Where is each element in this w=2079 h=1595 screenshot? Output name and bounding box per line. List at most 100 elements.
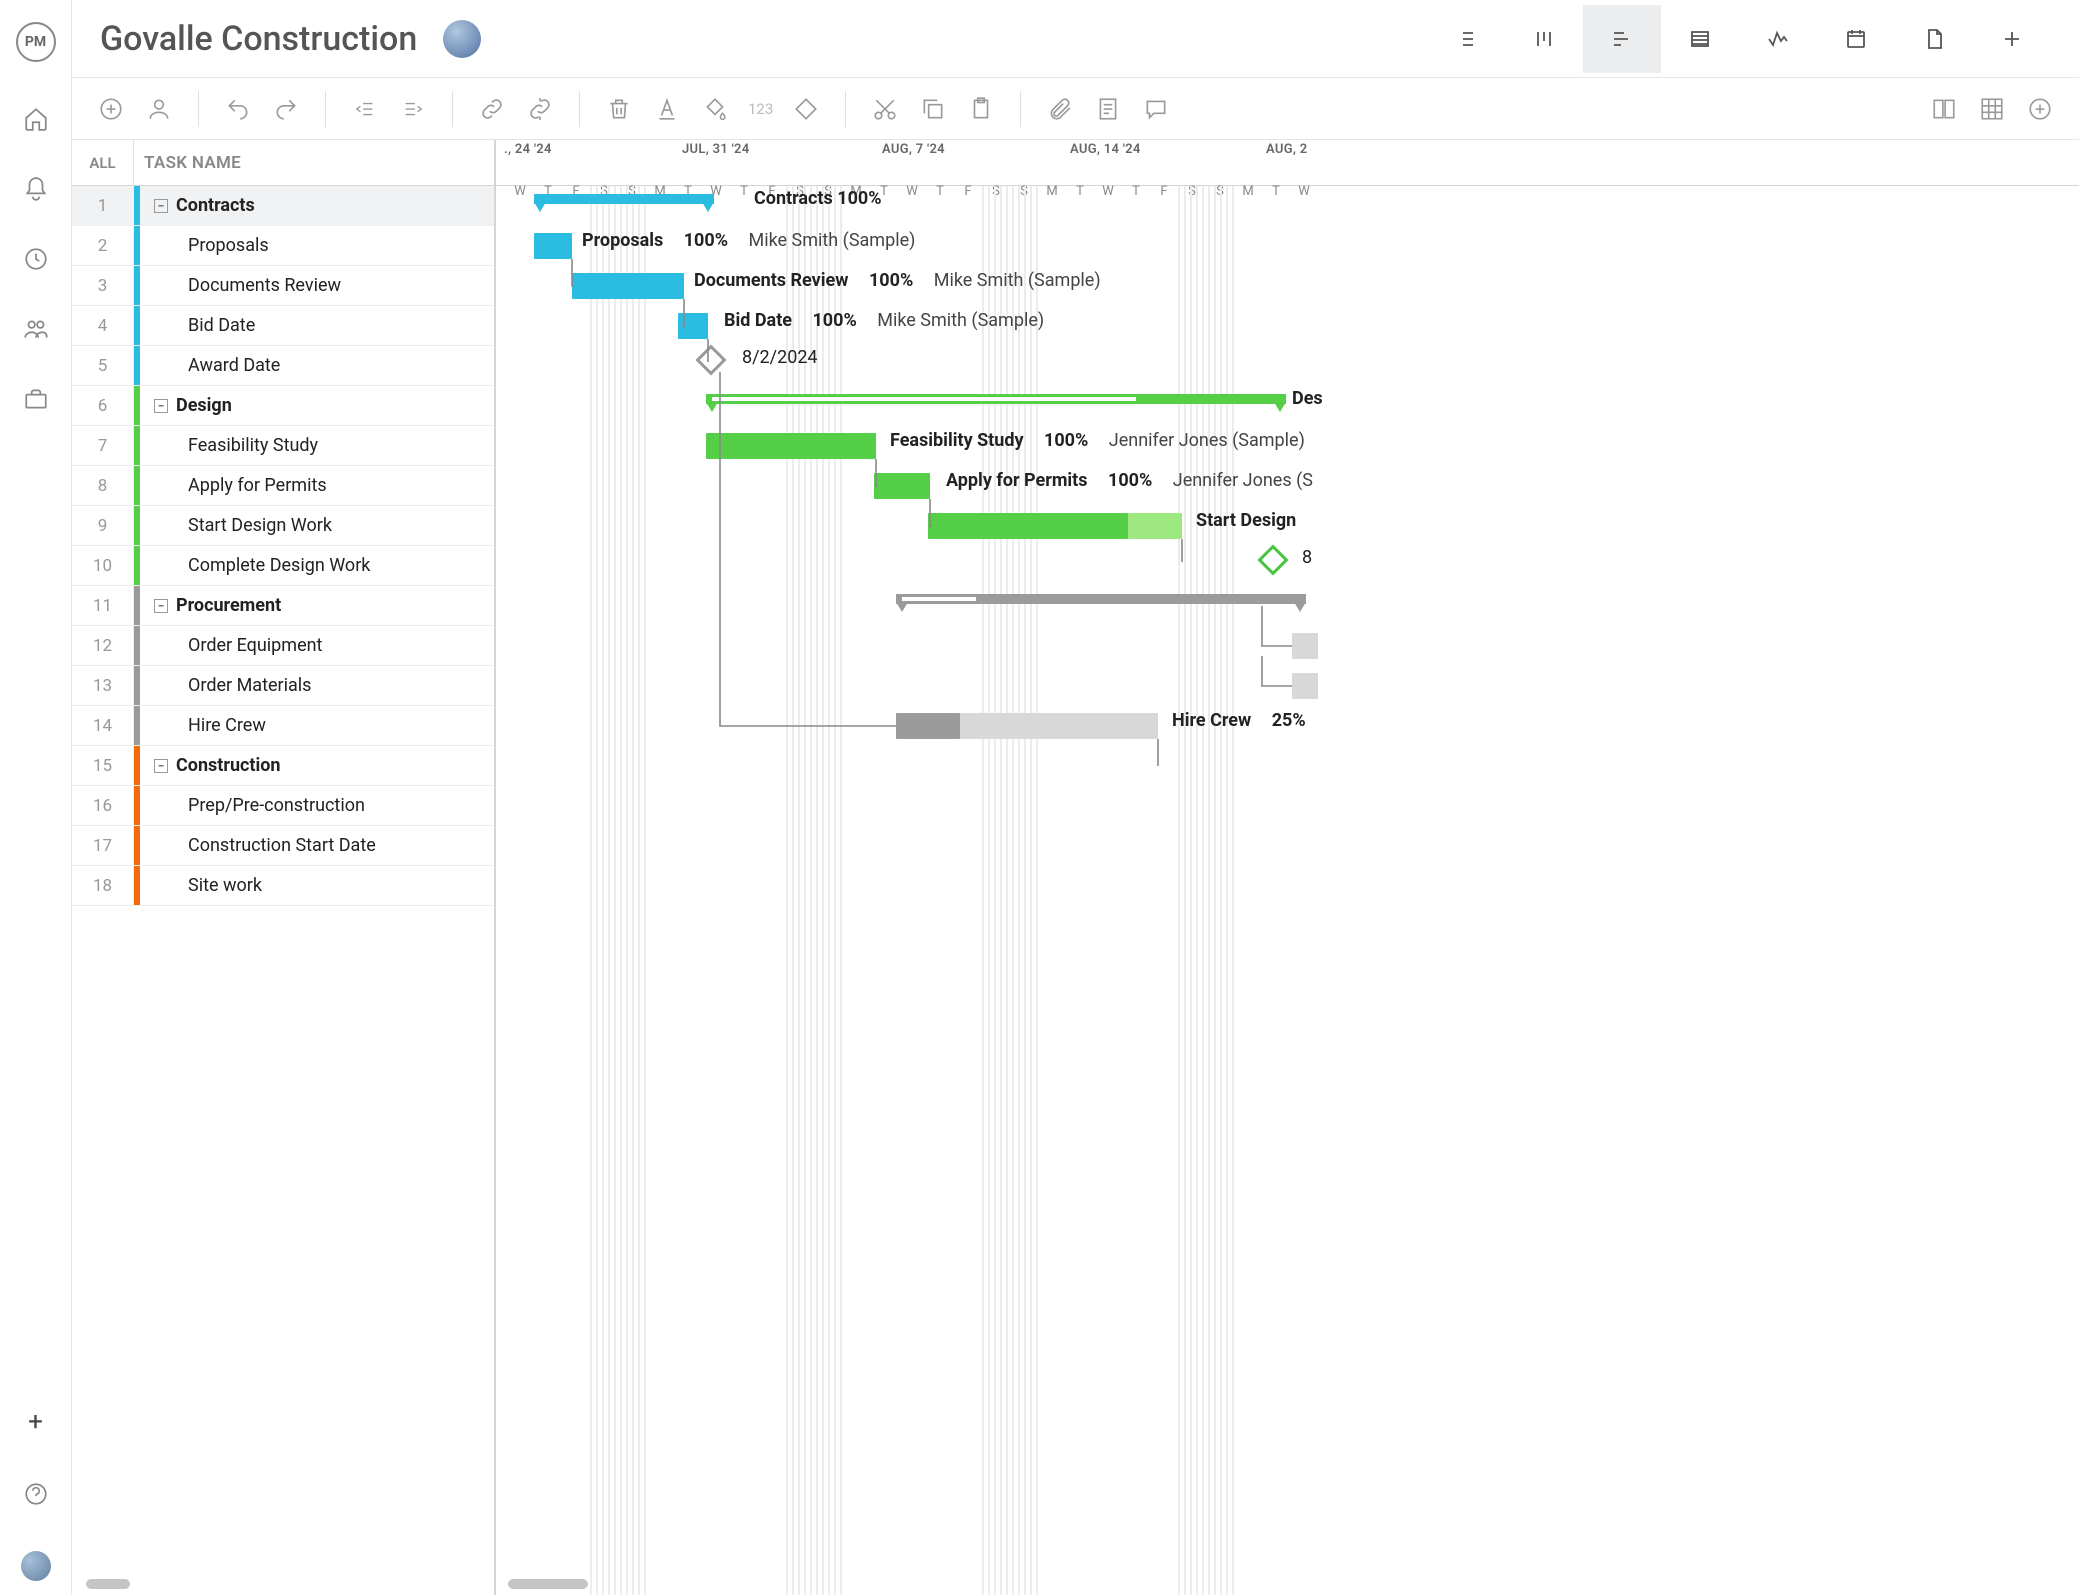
task-row[interactable]: 18Site work	[72, 866, 494, 906]
attachment-button[interactable]	[1045, 94, 1075, 124]
task-name-cell: Apply for Permits	[140, 466, 494, 505]
task-name-cell: −Construction	[140, 746, 494, 785]
cut-button[interactable]	[870, 94, 900, 124]
task-name-cell: Complete Design Work	[140, 546, 494, 585]
task-row[interactable]: 8Apply for Permits	[72, 466, 494, 506]
task-row[interactable]: 4Bid Date	[72, 306, 494, 346]
user-avatar-mini[interactable]	[21, 1551, 51, 1581]
task-name-text: Award Date	[188, 355, 280, 376]
task-name-cell: Prep/Pre-construction	[140, 786, 494, 825]
task-name-cell: −Design	[140, 386, 494, 425]
priority-button[interactable]	[791, 94, 821, 124]
view-files-button[interactable]	[1895, 5, 1973, 73]
task-row[interactable]: 12Order Equipment	[72, 626, 494, 666]
team-icon[interactable]	[23, 316, 49, 342]
view-add-button[interactable]	[1973, 5, 2051, 73]
gantt-scrollbar[interactable]	[508, 1579, 588, 1589]
copy-button[interactable]	[918, 94, 948, 124]
paste-button[interactable]	[966, 94, 996, 124]
delete-button[interactable]	[604, 94, 634, 124]
collapse-icon[interactable]: −	[154, 199, 168, 213]
task-name-cell: Documents Review	[140, 266, 494, 305]
task-name-text: Construction	[176, 755, 281, 776]
briefcase-icon[interactable]	[23, 386, 49, 412]
link-button[interactable]	[477, 94, 507, 124]
task-name-text: Site work	[188, 875, 262, 896]
task-list-scrollbar[interactable]	[86, 1579, 130, 1589]
task-name-text: Proposals	[188, 235, 269, 256]
assign-button[interactable]	[144, 94, 174, 124]
task-name-cell: Award Date	[140, 346, 494, 385]
task-row[interactable]: 3Documents Review	[72, 266, 494, 306]
task-row[interactable]: 6−Design	[72, 386, 494, 426]
task-row[interactable]: 14Hire Crew	[72, 706, 494, 746]
columns-button[interactable]	[1929, 94, 1959, 124]
task-row[interactable]: 5 Award Date	[72, 346, 494, 386]
task-name-cell: Bid Date	[140, 306, 494, 345]
collapse-icon[interactable]: −	[154, 399, 168, 413]
indent-button[interactable]	[398, 94, 428, 124]
task-id: 6	[72, 386, 134, 425]
add-task-button[interactable]	[96, 94, 126, 124]
notes-button[interactable]	[1093, 94, 1123, 124]
task-list-header: ALL TASK NAME	[72, 140, 494, 186]
task-row[interactable]: 9Start Design Work	[72, 506, 494, 546]
task-row[interactable]: 11−Procurement	[72, 586, 494, 626]
help-icon[interactable]	[23, 1481, 49, 1507]
task-row[interactable]: 17Construction Start Date	[72, 826, 494, 866]
view-sheet-button[interactable]	[1661, 5, 1739, 73]
task-row[interactable]: 7Feasibility Study	[72, 426, 494, 466]
view-list-button[interactable]	[1427, 5, 1505, 73]
task-row[interactable]: 10Complete Design Work	[72, 546, 494, 586]
grid-button[interactable]	[1977, 94, 2007, 124]
timeline-week-label: AUG, 2	[1266, 142, 1307, 157]
task-id: 16	[72, 786, 134, 825]
undo-button[interactable]	[223, 94, 253, 124]
zoom-button[interactable]	[2025, 94, 2055, 124]
view-gantt-button[interactable]	[1583, 5, 1661, 73]
left-sidebar: PM +	[0, 0, 72, 1595]
timeline-week-label: AUG, 7 '24	[882, 142, 945, 157]
gantt-pane[interactable]: ., 24 '24JUL, 31 '24AUG, 7 '24AUG, 14 '2…	[496, 140, 2079, 1595]
task-row[interactable]: 15−Construction	[72, 746, 494, 786]
text-color-button[interactable]	[652, 94, 682, 124]
task-id: 4	[72, 306, 134, 345]
view-board-button[interactable]	[1505, 5, 1583, 73]
task-row[interactable]: 13Order Materials	[72, 666, 494, 706]
view-dashboard-button[interactable]	[1739, 5, 1817, 73]
task-header-name[interactable]: TASK NAME	[134, 140, 494, 185]
task-name-cell: −Contracts	[140, 186, 494, 225]
task-row[interactable]: 1−Contracts	[72, 186, 494, 226]
task-row[interactable]: 2Proposals	[72, 226, 494, 266]
task-id: 9	[72, 506, 134, 545]
project-avatar[interactable]	[443, 20, 481, 58]
task-name-cell: Site work	[140, 866, 494, 905]
task-name-text: Order Equipment	[188, 635, 322, 656]
outdent-button[interactable]	[350, 94, 380, 124]
task-id: 5	[72, 346, 134, 385]
home-icon[interactable]	[23, 106, 49, 132]
clock-icon[interactable]	[23, 246, 49, 272]
task-id: 7	[72, 426, 134, 465]
task-name-cell: Feasibility Study	[140, 426, 494, 465]
collapse-icon[interactable]: −	[154, 599, 168, 613]
task-name-text: Construction Start Date	[188, 835, 376, 856]
collapse-icon[interactable]: −	[154, 759, 168, 773]
project-title: Govalle Construction	[100, 19, 417, 59]
comments-button[interactable]	[1141, 94, 1171, 124]
timeline-week-label: ., 24 '24	[504, 142, 552, 157]
unlink-button[interactable]	[525, 94, 555, 124]
task-row[interactable]: 16Prep/Pre-construction	[72, 786, 494, 826]
add-icon[interactable]: +	[28, 1407, 43, 1437]
view-calendar-button[interactable]	[1817, 5, 1895, 73]
task-header-all[interactable]: ALL	[72, 140, 134, 185]
app-logo[interactable]: PM	[16, 22, 56, 62]
task-name-cell: −Procurement	[140, 586, 494, 625]
task-name-text: Design	[176, 395, 232, 416]
task-id: 15	[72, 746, 134, 785]
bell-icon[interactable]	[23, 176, 49, 202]
fill-color-button[interactable]	[700, 94, 730, 124]
percent-complete-label[interactable]: 123	[748, 100, 773, 118]
redo-button[interactable]	[271, 94, 301, 124]
task-name-text: Order Materials	[188, 675, 311, 696]
